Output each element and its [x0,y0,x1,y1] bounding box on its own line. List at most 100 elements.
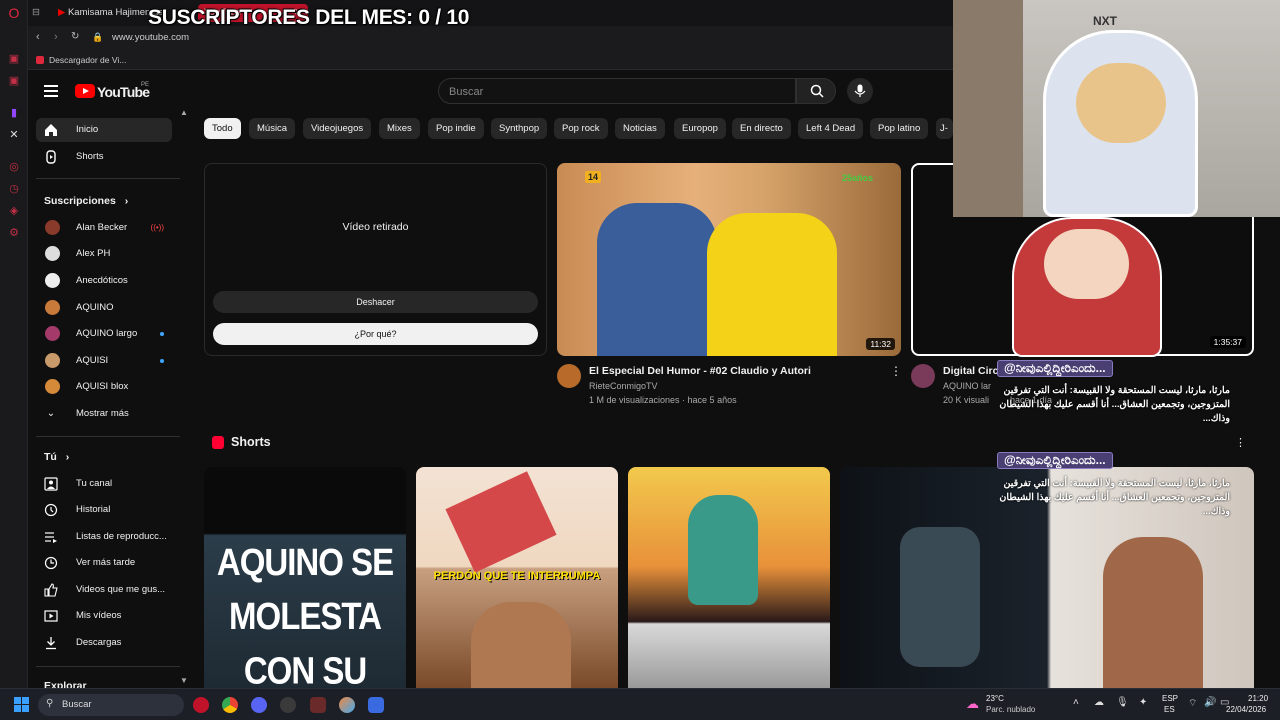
sidebar-item-historial[interactable]: Historial [36,498,172,522]
chrome-app-icon[interactable] [222,697,238,713]
discord-app-icon[interactable] [251,697,267,713]
sidebar-item-mis-videos[interactable]: Mis vídeos [36,604,172,628]
home-icon [45,124,57,136]
language-code[interactable]: ESP [1162,694,1178,703]
video-channel[interactable]: RieteConmigoTV [589,381,658,391]
youtube-logo-icon[interactable] [75,84,95,98]
divider [36,666,180,667]
tray-expand-icon[interactable]: ˄ [1073,697,1079,708]
channel-avatar[interactable] [911,364,935,388]
chip-europop[interactable]: Europop [674,118,726,139]
new-content-dot [160,332,164,336]
short-card[interactable]: AQUINO SE MOLESTA CON SU CHAT [204,467,406,688]
chip-mixes[interactable]: Mixes [379,118,420,139]
sidebar-item-aquino[interactable]: AQUINO [36,296,172,320]
subscriptions-heading[interactable]: Suscripciones › [44,195,128,207]
search-input[interactable]: Buscar [438,78,796,104]
back-icon[interactable]: ‹ [36,31,40,43]
menu-icon[interactable] [44,85,58,97]
chip-pop-indie[interactable]: Pop indie [428,118,484,139]
history-icon[interactable]: ◷ [7,182,21,196]
opera-app-icon[interactable] [193,697,209,713]
obs-app-icon[interactable] [280,697,296,713]
video-title[interactable]: Digital Circ [943,365,1003,377]
sidebar-item-listas[interactable]: Listas de reproducc... [36,525,172,549]
sidebar-item-aquino-largo[interactable]: AQUINO largo [36,322,172,346]
url-field[interactable]: www.youtube.com [112,32,189,43]
x-icon[interactable]: ✕ [7,128,21,142]
more-options-icon[interactable]: ⋮ [890,364,902,378]
app-icon[interactable] [310,697,326,713]
sidebar-item-aquisi-blox[interactable]: AQUISI blox [36,375,172,399]
sidebar-scroll-down-icon[interactable]: ▼ [180,676,188,685]
app-icon[interactable] [339,697,355,713]
chip-synthpop[interactable]: Synthpop [491,118,548,139]
tab-menu-icon[interactable]: ⊟ [32,4,40,22]
you-heading[interactable]: Tú › [44,451,69,463]
video-thumbnail[interactable]: 14 25años 11:32 [557,163,901,356]
weather-icon[interactable]: ☁ [966,696,979,712]
clock-date[interactable]: 22/04/2026 [1226,705,1266,714]
forward-icon[interactable]: › [54,31,58,43]
volume-icon[interactable]: 🔊 [1204,697,1216,708]
sidebar-scroll-up-icon[interactable]: ▲ [180,108,188,117]
sidebar-item-alan-becker[interactable]: Alan Becker ((•)) [36,216,172,240]
undo-button[interactable]: Deshacer [213,291,538,313]
chip-pop-rock[interactable]: Pop rock [554,118,608,139]
tray-app-icon[interactable]: ✦ [1139,697,1147,708]
chip-left-4-dead[interactable]: Left 4 Dead [798,118,864,139]
clock-time[interactable]: 21:20 [1248,694,1268,703]
sidebar-app-icon[interactable]: ◎ [7,160,21,174]
sidebar-item-descargas[interactable]: Descargas [36,631,172,655]
short-card[interactable]: PERDÓN QUE TE INTERRUMPA [416,467,618,688]
app-icon[interactable] [368,697,384,713]
show-more-button[interactable]: ⌄ Mostrar más [36,402,172,426]
opera-logo-icon[interactable]: O [7,6,21,20]
weather-temp[interactable]: 23°C [986,694,1004,703]
short-card[interactable] [628,467,830,688]
settings-icon[interactable]: ⚙ [7,226,21,240]
sidebar-app-icon[interactable]: ◈ [7,204,21,218]
chip-pop-latino[interactable]: Pop latino [870,118,929,139]
divider [36,436,180,437]
tray-app-icon[interactable]: ☁ [1094,697,1104,708]
search-button[interactable] [796,78,836,104]
anniversary-badge: 25años [841,173,873,183]
sidebar-item-videos-me-gustan[interactable]: Videos que me gus... [36,578,172,602]
windows-start-icon[interactable] [14,697,29,712]
wifi-icon[interactable]: ⌔ [1188,697,1197,710]
short-thumbnail-figure [900,527,980,667]
why-button[interactable]: ¿Por qué? [213,323,538,345]
more-options-icon[interactable]: ⋮ [1235,436,1246,449]
sidebar-item-anecdoticos[interactable]: Anecdóticos [36,269,172,293]
chip-todo[interactable]: Todo [204,118,241,139]
chip-videojuegos[interactable]: Videojuegos [303,118,372,139]
mic-icon[interactable]: 🎙 [1116,697,1129,708]
video-title[interactable]: El Especial Del Humor - #02 Claudio y Au… [589,365,879,377]
avatar [45,353,60,368]
voice-search-button[interactable] [847,78,873,104]
sidebar-item-shorts[interactable]: Shorts [36,145,172,169]
sidebar-item-aquisi[interactable]: AQUISI [36,349,172,373]
sidebar-item-ver-mas-tarde[interactable]: Ver más tarde [36,551,172,575]
avatar-face [1076,63,1166,143]
sidebar-item-tu-canal[interactable]: Tu canal [36,472,172,496]
chip-en-directo[interactable]: En directo [732,118,791,139]
yt-sidebar: ▲ Inicio Shorts Suscripciones › Alan Bec… [28,108,190,692]
reload-icon[interactable]: ↻ [71,31,79,42]
channel-icon [44,477,58,491]
divider [36,178,180,179]
sidebar-item-inicio[interactable]: Inicio [36,118,172,142]
sidebar-item-alex-ph[interactable]: Alex PH [36,242,172,266]
mic-icon [854,84,866,97]
sidebar-app-icon[interactable]: ▣ [7,74,21,88]
channel-avatar[interactable] [557,364,581,388]
chip-musica[interactable]: Música [249,118,296,139]
chip-j[interactable]: J- [936,118,953,139]
taskbar-search[interactable]: ⚲ Buscar [38,694,184,716]
chip-noticias[interactable]: Noticias [615,118,665,139]
bookmark-descargador[interactable]: Descargador de Vi... [49,55,126,65]
twitch-icon[interactable]: ▮ [7,106,21,120]
search-icon [810,84,824,98]
sidebar-app-icon[interactable]: ▣ [7,52,21,66]
